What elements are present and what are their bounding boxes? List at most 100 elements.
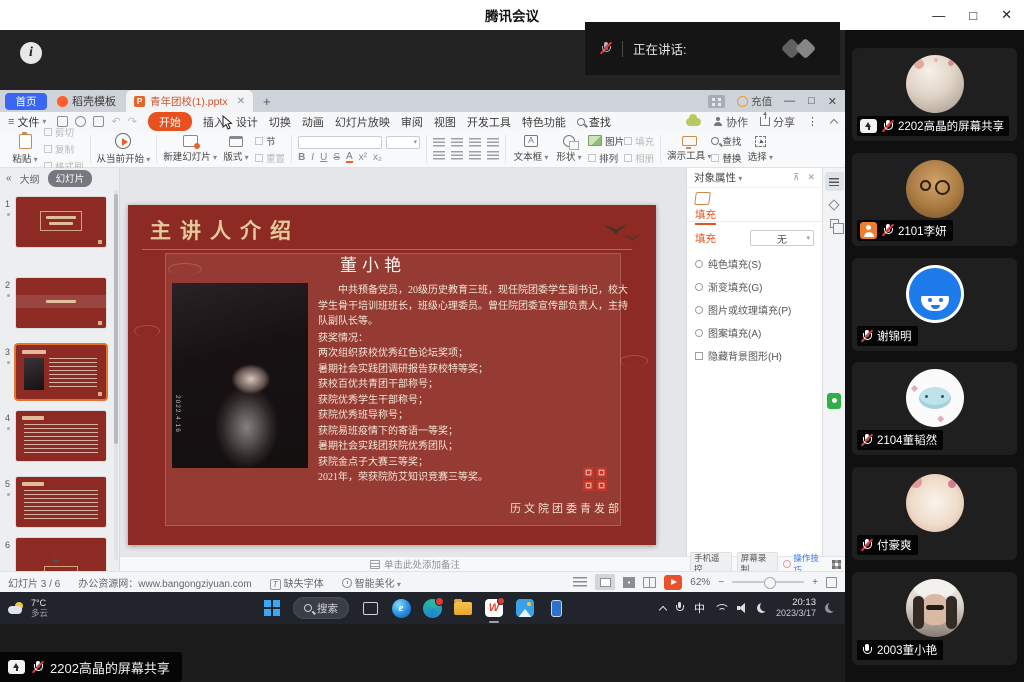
fill-option-gradient[interactable]: 渐变填充(G) — [695, 279, 814, 294]
beautify-button[interactable]: 智能美化 — [342, 575, 401, 590]
wps-close-button[interactable]: ✕ — [828, 95, 837, 108]
effects-icon[interactable] — [828, 199, 839, 210]
zoom-slider[interactable] — [732, 581, 804, 583]
pin-icon[interactable]: ⊼ — [793, 172, 800, 183]
zoom-out-button[interactable]: − — [718, 577, 724, 588]
menu-devtools[interactable]: 开发工具 — [467, 114, 511, 130]
fit-window-icon[interactable] — [826, 577, 837, 588]
close-pane-icon[interactable]: ✕ — [807, 172, 815, 183]
menu-design[interactable]: 设计 — [236, 114, 258, 130]
new-slide-button[interactable]: 新建幻灯片 — [163, 132, 217, 166]
zoom-in-button[interactable]: + — [812, 577, 818, 588]
edge-browser-icon[interactable]: e — [391, 598, 411, 618]
fill-tab[interactable]: 填充 — [695, 207, 716, 225]
slide-2-thumbnail[interactable] — [16, 278, 106, 328]
menu-transition[interactable]: 切换 — [269, 114, 291, 130]
slide-3-thumbnail-selected[interactable] — [16, 345, 106, 399]
superscript-button[interactable]: x² — [359, 152, 367, 163]
cut-button[interactable]: 剪切 — [44, 125, 84, 139]
play-from-current-button[interactable]: 从当前开始 — [97, 132, 151, 166]
reset-button[interactable]: 重置 — [255, 151, 285, 165]
add-slide-button[interactable]: + — [0, 552, 112, 568]
participant-tile[interactable]: 2202高晶的屏幕共享 — [852, 48, 1017, 141]
underline-button[interactable]: U — [320, 152, 327, 163]
cloud-sync-icon[interactable] — [686, 118, 701, 126]
thumbnail-scrollbar[interactable] — [114, 190, 118, 560]
menu-features[interactable]: 特色功能 — [522, 114, 566, 130]
fill-option-solid[interactable]: 纯色填充(S) — [695, 256, 814, 271]
notes-bar[interactable]: 单击此处添加备注 — [120, 556, 686, 571]
start-button[interactable] — [262, 598, 282, 618]
night-light-icon[interactable] — [757, 603, 767, 613]
new-tab-button[interactable]: + — [263, 94, 271, 109]
tray-mic-icon[interactable] — [675, 602, 685, 614]
indent-icon[interactable] — [469, 151, 481, 160]
properties-pane-icon[interactable] — [825, 172, 844, 191]
wps-office-icon[interactable]: W — [484, 598, 504, 618]
italic-button[interactable]: I — [311, 152, 314, 163]
wps-minimize-button[interactable]: — — [784, 95, 795, 108]
slide-1-thumbnail[interactable] — [16, 197, 106, 247]
replace-button[interactable]: 替换 — [711, 151, 741, 165]
minimize-button[interactable]: — — [932, 8, 945, 23]
align-left-icon[interactable] — [433, 138, 445, 147]
font-size-input[interactable] — [386, 136, 420, 149]
photos-app-icon[interactable] — [515, 598, 535, 618]
fill-type-dropdown[interactable]: 无 — [750, 230, 814, 246]
picture-button[interactable]: 图片 — [588, 134, 624, 148]
select-button[interactable]: 选择 — [741, 132, 779, 166]
slides-tab[interactable]: 幻灯片 — [48, 170, 93, 187]
share-button[interactable]: 分享 — [760, 114, 795, 130]
normal-view-icon[interactable] — [595, 574, 615, 590]
outline-view-icon[interactable] — [573, 577, 587, 588]
close-button[interactable]: ✕ — [1001, 7, 1012, 23]
file-menu[interactable]: 文件 — [8, 114, 46, 130]
recharge-button[interactable]: 充值 — [737, 94, 772, 109]
arrange-button[interactable]: 排列 — [588, 151, 624, 165]
line-spacing-icon[interactable] — [487, 151, 499, 160]
zoom-level[interactable]: 62% — [690, 577, 710, 588]
section-button[interactable]: 节 — [255, 134, 285, 148]
find-button[interactable]: 查找 — [711, 134, 741, 148]
wps-home-tab[interactable]: 首页 — [5, 93, 47, 110]
grid-layout-icon[interactable] — [832, 560, 841, 569]
phone-link-icon[interactable] — [546, 598, 566, 618]
ime-indicator[interactable]: 中 — [694, 600, 705, 616]
fill-option-picture[interactable]: 图片或纹理填充(P) — [695, 302, 814, 317]
clock-widget[interactable]: 20:13 2023/3/17 — [776, 598, 816, 618]
apps-grid-icon[interactable] — [708, 95, 725, 108]
menu-slideshow[interactable]: 幻灯片放映 — [335, 114, 390, 130]
redo-icon[interactable]: ↷ — [128, 115, 137, 128]
shape-button[interactable]: 形状 — [550, 132, 588, 166]
more-menu-icon[interactable]: ⋮ — [807, 115, 819, 128]
strikethrough-button[interactable]: S — [333, 152, 340, 163]
close-tab-icon[interactable]: ✕ — [237, 96, 245, 107]
fill-button[interactable]: 填充 — [624, 134, 654, 148]
taskbar-search[interactable]: 搜索 — [293, 597, 349, 619]
participant-tile[interactable]: 2101李妍 — [852, 153, 1017, 246]
play-slideshow-button[interactable] — [664, 575, 682, 590]
wps-document-tab[interactable]: P 青年团校(1).pptx ✕ — [126, 90, 253, 112]
missing-font-status[interactable]: T缺失字体 — [270, 575, 324, 590]
align-center-icon[interactable] — [451, 138, 463, 147]
participant-tile[interactable]: 2104董韬然 — [852, 362, 1017, 455]
maximize-button[interactable]: □ — [969, 8, 977, 23]
weather-widget[interactable]: 7°C 多云 — [0, 598, 150, 618]
preview-icon[interactable] — [93, 116, 104, 127]
hide-background-checkbox[interactable]: 隐藏背景图形(H) — [695, 348, 814, 363]
current-slide-canvas[interactable]: 主讲人介绍 2022.4.16 董小艳 中共预备党员，20级历史教育三班，现任院… — [128, 205, 656, 545]
participant-tile[interactable]: 付豪爽 — [852, 467, 1017, 560]
undo-icon[interactable]: ↶ — [111, 115, 120, 128]
slide-5-thumbnail[interactable] — [16, 477, 106, 527]
font-name-input[interactable] — [298, 136, 382, 149]
menu-start[interactable]: 开始 — [148, 112, 192, 131]
participant-tile[interactable]: 谢锦明 — [852, 258, 1017, 351]
menu-animation[interactable]: 动画 — [302, 114, 324, 130]
layout-button[interactable]: 版式 — [217, 132, 255, 166]
collapse-panel-icon[interactable]: « — [6, 173, 12, 184]
paste-button[interactable]: 粘贴 — [6, 132, 44, 166]
bold-button[interactable]: B — [298, 152, 305, 163]
menu-review[interactable]: 审阅 — [401, 114, 423, 130]
plugin-icon[interactable] — [827, 393, 841, 409]
subscript-button[interactable]: x₂ — [373, 152, 382, 163]
